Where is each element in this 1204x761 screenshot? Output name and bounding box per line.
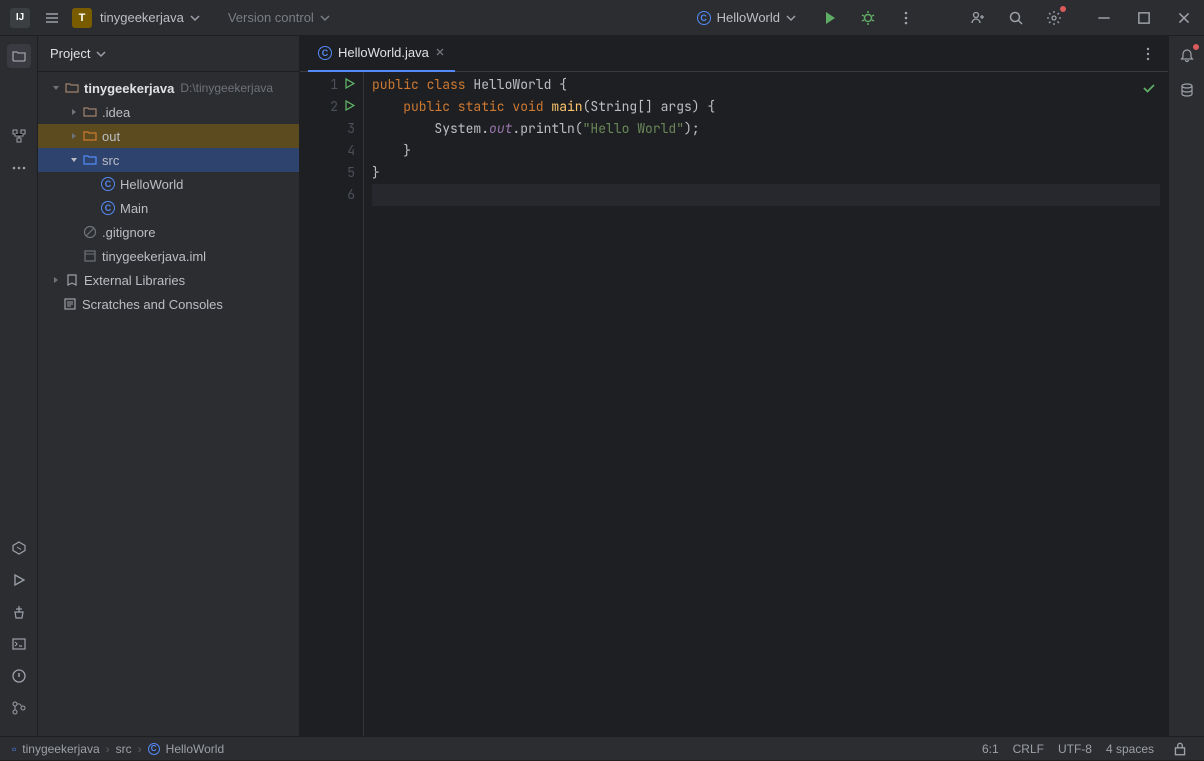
readonly-toggle[interactable]: [1168, 737, 1192, 761]
project-badge: T: [72, 8, 92, 28]
tree-label: src: [102, 153, 119, 168]
tree-root[interactable]: tinygeekerjava D:\tinygeekerjava: [38, 76, 299, 100]
chevron-down-icon: [190, 13, 200, 23]
more-actions-button[interactable]: [894, 6, 918, 30]
tree-label: HelloWorld: [120, 177, 183, 192]
run-gutter-icon[interactable]: [344, 74, 355, 96]
right-toolbar: [1168, 36, 1204, 736]
tree-label: tinygeekerjava.iml: [102, 249, 206, 264]
encoding[interactable]: UTF-8: [1058, 742, 1092, 756]
app-logo: IJ: [8, 6, 32, 30]
project-panel: Project tinygeekerjava D:\tinygeekerjava…: [38, 36, 300, 736]
chevron-down-icon: [786, 13, 796, 23]
code-with-me-button[interactable]: [966, 6, 990, 30]
tree-label: .idea: [102, 105, 130, 120]
tab-more-button[interactable]: [1136, 42, 1160, 66]
code-content[interactable]: public class HelloWorld { public static …: [364, 72, 1168, 736]
vcs-label: Version control: [228, 10, 314, 25]
main-menu-button[interactable]: [40, 6, 64, 30]
vcs-dropdown[interactable]: Version control: [228, 10, 330, 25]
run-tool-button[interactable]: [7, 568, 31, 592]
run-gutter-icon[interactable]: [344, 96, 355, 118]
search-button[interactable]: [1004, 6, 1028, 30]
class-icon: C: [101, 177, 115, 191]
breadcrumb-item[interactable]: HelloWorld: [166, 742, 224, 756]
tree-node-idea[interactable]: .idea: [38, 100, 299, 124]
tree-label: External Libraries: [84, 273, 185, 288]
tree-node-main[interactable]: C Main: [38, 196, 299, 220]
terminal-tool-button[interactable]: [7, 632, 31, 656]
titlebar: IJ T tinygeekerjava Version control C He…: [0, 0, 1204, 36]
indent[interactable]: 4 spaces: [1106, 742, 1154, 756]
breadcrumb-item[interactable]: src: [116, 742, 132, 756]
editor-area: C HelloWorld.java 1 2 3 4 5 6: [300, 36, 1168, 736]
project-name: tinygeekerjava: [100, 10, 184, 25]
tab-close-button[interactable]: [435, 45, 445, 60]
panel-header[interactable]: Project: [38, 36, 299, 72]
chevron-down-icon: [96, 49, 106, 59]
tree-label: .gitignore: [102, 225, 155, 240]
tree-node-src[interactable]: src: [38, 148, 299, 172]
chevron-down-icon: [320, 13, 330, 23]
tree-node-helloworld[interactable]: C HelloWorld: [38, 172, 299, 196]
project-tree: tinygeekerjava D:\tinygeekerjava .idea o…: [38, 72, 299, 736]
project-dropdown[interactable]: tinygeekerjava: [100, 10, 200, 25]
tree-node-gitignore[interactable]: .gitignore: [38, 220, 299, 244]
tree-label: Scratches and Consoles: [82, 297, 223, 312]
breadcrumb-item[interactable]: tinygeekerjava: [22, 742, 99, 756]
close-button[interactable]: [1172, 6, 1196, 30]
tab-helloworld[interactable]: C HelloWorld.java: [308, 36, 455, 72]
structure-tool-button[interactable]: [7, 124, 31, 148]
maximize-button[interactable]: [1132, 6, 1156, 30]
code-editor[interactable]: 1 2 3 4 5 6 public class HelloWorld { pu…: [300, 72, 1168, 736]
services-tool-button[interactable]: [7, 536, 31, 560]
gutter: 1 2 3 4 5 6: [300, 72, 364, 736]
problems-tool-button[interactable]: [7, 664, 31, 688]
breadcrumb[interactable]: ▫ tinygeekerjava › src › C HelloWorld: [12, 742, 224, 756]
tree-label: tinygeekerjava: [84, 81, 174, 96]
tree-node-out[interactable]: out: [38, 124, 299, 148]
tree-node-iml[interactable]: tinygeekerjava.iml: [38, 244, 299, 268]
panel-title: Project: [50, 46, 90, 61]
notifications-button[interactable]: [1175, 44, 1199, 68]
tree-label: Main: [120, 201, 148, 216]
settings-button[interactable]: [1042, 6, 1066, 30]
tree-node-scratches[interactable]: Scratches and Consoles: [38, 292, 299, 316]
inspection-ok-icon[interactable]: [1142, 80, 1156, 102]
class-icon: C: [318, 46, 332, 60]
class-icon: C: [148, 743, 160, 755]
run-config-name: HelloWorld: [717, 10, 780, 25]
more-tools-button[interactable]: [7, 156, 31, 180]
tree-path: D:\tinygeekerjava: [180, 81, 273, 95]
minimize-button[interactable]: [1092, 6, 1116, 30]
tree-node-external[interactable]: External Libraries: [38, 268, 299, 292]
class-icon: C: [101, 201, 115, 215]
cursor-position[interactable]: 6:1: [982, 742, 999, 756]
tree-label: out: [102, 129, 120, 144]
run-config-chip[interactable]: C HelloWorld: [689, 8, 804, 27]
database-tool-button[interactable]: [1175, 78, 1199, 102]
run-button[interactable]: [818, 6, 842, 30]
tab-label: HelloWorld.java: [338, 45, 429, 60]
statusbar: ▫ tinygeekerjava › src › C HelloWorld 6:…: [0, 736, 1204, 760]
left-toolbar: [0, 36, 38, 736]
editor-tabs: C HelloWorld.java: [300, 36, 1168, 72]
build-tool-button[interactable]: [7, 600, 31, 624]
class-icon: C: [697, 11, 711, 25]
git-tool-button[interactable]: [7, 696, 31, 720]
line-separator[interactable]: CRLF: [1013, 742, 1044, 756]
debug-button[interactable]: [856, 6, 880, 30]
project-tool-button[interactable]: [7, 44, 31, 68]
